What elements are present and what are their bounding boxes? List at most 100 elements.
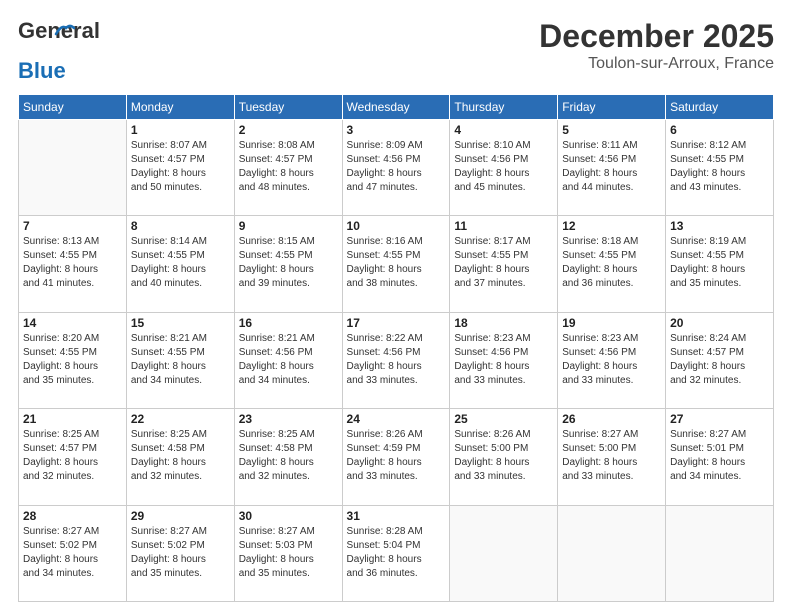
- day-number: 24: [347, 412, 446, 426]
- day-number: 7: [23, 219, 122, 233]
- table-row: 13 Sunrise: 8:19 AM Sunset: 4:55 PM Dayli…: [666, 216, 774, 312]
- day-info: Sunrise: 8:27 AM Sunset: 5:02 PM Dayligh…: [131, 525, 230, 581]
- table-row: 18 Sunrise: 8:23 AM Sunset: 4:56 PM Dayli…: [450, 312, 558, 408]
- table-row: 4 Sunrise: 8:10 AM Sunset: 4:56 PM Daylig…: [450, 120, 558, 216]
- table-row: 27 Sunrise: 8:27 AM Sunset: 5:01 PM Dayli…: [666, 409, 774, 505]
- table-row: 2 Sunrise: 8:08 AM Sunset: 4:57 PM Daylig…: [234, 120, 342, 216]
- day-number: 30: [239, 509, 338, 523]
- day-info: Sunrise: 8:11 AM Sunset: 4:56 PM Dayligh…: [562, 139, 661, 195]
- table-row: 21Sunrise: 8:25 AM Sunset: 4:57 PM Dayli…: [19, 409, 127, 505]
- calendar-table: Sunday Monday Tuesday Wednesday Thursday…: [18, 94, 774, 602]
- table-row: 17 Sunrise: 8:22 AM Sunset: 4:56 PM Dayli…: [342, 312, 450, 408]
- day-number: 2: [239, 123, 338, 137]
- table-row: 7 Sunrise: 8:13 AM Sunset: 4:55 PM Daylig…: [19, 216, 127, 312]
- table-row: 12 Sunrise: 8:18 AM Sunset: 4:55 PM Dayli…: [558, 216, 666, 312]
- day-number: 28: [23, 509, 122, 523]
- day-info: Sunrise: 8:27 AM Sunset: 5:01 PM Dayligh…: [670, 428, 769, 484]
- day-info: Sunrise: 8:20 AM Sunset: 4:55 PM Dayligh…: [23, 332, 122, 388]
- col-monday: Monday: [126, 95, 234, 120]
- table-row: 6Sunrise: 8:12 AM Sunset: 4:55 PM Daylig…: [666, 120, 774, 216]
- day-number: 17: [347, 316, 446, 330]
- table-row: 11 Sunrise: 8:17 AM Sunset: 4:55 PM Dayli…: [450, 216, 558, 312]
- day-number: 23: [239, 412, 338, 426]
- table-row: 16Sunrise: 8:21 AM Sunset: 4:56 PM Dayli…: [234, 312, 342, 408]
- location: Toulon-sur-Arroux, France: [539, 55, 774, 73]
- day-number: 12: [562, 219, 661, 233]
- table-row: [666, 505, 774, 601]
- day-info: Sunrise: 8:25 AM Sunset: 4:57 PM Dayligh…: [23, 428, 122, 484]
- day-info: Sunrise: 8:25 AM Sunset: 4:58 PM Dayligh…: [131, 428, 230, 484]
- month-title: December 2025: [539, 18, 774, 55]
- day-number: 29: [131, 509, 230, 523]
- table-row: 14 Sunrise: 8:20 AM Sunset: 4:55 PM Dayli…: [19, 312, 127, 408]
- table-row: 25 Sunrise: 8:26 AM Sunset: 5:00 PM Dayli…: [450, 409, 558, 505]
- table-row: 31Sunrise: 8:28 AM Sunset: 5:04 PM Dayli…: [342, 505, 450, 601]
- day-info: Sunrise: 8:25 AM Sunset: 4:58 PM Dayligh…: [239, 428, 338, 484]
- day-info: Sunrise: 8:18 AM Sunset: 4:55 PM Dayligh…: [562, 235, 661, 291]
- logo: General Blue: [18, 18, 66, 84]
- day-info: Sunrise: 8:21 AM Sunset: 4:55 PM Dayligh…: [131, 332, 230, 388]
- header: General Blue December 2025 Toulon-sur-Ar…: [18, 18, 774, 84]
- day-number: 13: [670, 219, 769, 233]
- day-info: Sunrise: 8:13 AM Sunset: 4:55 PM Dayligh…: [23, 235, 122, 291]
- table-row: 1 Sunrise: 8:07 AM Sunset: 4:57 PM Daylig…: [126, 120, 234, 216]
- day-info: Sunrise: 8:07 AM Sunset: 4:57 PM Dayligh…: [131, 139, 230, 195]
- table-row: 5 Sunrise: 8:11 AM Sunset: 4:56 PM Daylig…: [558, 120, 666, 216]
- day-number: 3: [347, 123, 446, 137]
- day-info: Sunrise: 8:27 AM Sunset: 5:02 PM Dayligh…: [23, 525, 122, 581]
- day-number: 19: [562, 316, 661, 330]
- day-info: Sunrise: 8:12 AM Sunset: 4:55 PM Dayligh…: [670, 139, 769, 195]
- day-info: Sunrise: 8:10 AM Sunset: 4:56 PM Dayligh…: [454, 139, 553, 195]
- day-info: Sunrise: 8:23 AM Sunset: 4:56 PM Dayligh…: [454, 332, 553, 388]
- day-number: 10: [347, 219, 446, 233]
- day-number: 1: [131, 123, 230, 137]
- day-info: Sunrise: 8:27 AM Sunset: 5:03 PM Dayligh…: [239, 525, 338, 581]
- day-info: Sunrise: 8:23 AM Sunset: 4:56 PM Dayligh…: [562, 332, 661, 388]
- day-number: 5: [562, 123, 661, 137]
- day-info: Sunrise: 8:19 AM Sunset: 4:55 PM Dayligh…: [670, 235, 769, 291]
- table-row: [450, 505, 558, 601]
- table-row: 8 Sunrise: 8:14 AM Sunset: 4:55 PM Daylig…: [126, 216, 234, 312]
- day-number: 14: [23, 316, 122, 330]
- day-info: Sunrise: 8:22 AM Sunset: 4:56 PM Dayligh…: [347, 332, 446, 388]
- day-info: Sunrise: 8:26 AM Sunset: 4:59 PM Dayligh…: [347, 428, 446, 484]
- col-saturday: Saturday: [666, 95, 774, 120]
- table-row: 26 Sunrise: 8:27 AM Sunset: 5:00 PM Dayli…: [558, 409, 666, 505]
- table-row: 3 Sunrise: 8:09 AM Sunset: 4:56 PM Daylig…: [342, 120, 450, 216]
- calendar-week-row: 14 Sunrise: 8:20 AM Sunset: 4:55 PM Dayli…: [19, 312, 774, 408]
- col-tuesday: Tuesday: [234, 95, 342, 120]
- day-number: 22: [131, 412, 230, 426]
- col-sunday: Sunday: [19, 95, 127, 120]
- table-row: [19, 120, 127, 216]
- day-info: Sunrise: 8:17 AM Sunset: 4:55 PM Dayligh…: [454, 235, 553, 291]
- day-number: 4: [454, 123, 553, 137]
- day-number: 8: [131, 219, 230, 233]
- day-number: 18: [454, 316, 553, 330]
- calendar-header-row: Sunday Monday Tuesday Wednesday Thursday…: [19, 95, 774, 120]
- day-info: Sunrise: 8:14 AM Sunset: 4:55 PM Dayligh…: [131, 235, 230, 291]
- table-row: 10Sunrise: 8:16 AM Sunset: 4:55 PM Dayli…: [342, 216, 450, 312]
- day-info: Sunrise: 8:09 AM Sunset: 4:56 PM Dayligh…: [347, 139, 446, 195]
- day-number: 9: [239, 219, 338, 233]
- day-number: 20: [670, 316, 769, 330]
- calendar-week-row: 21Sunrise: 8:25 AM Sunset: 4:57 PM Dayli…: [19, 409, 774, 505]
- col-thursday: Thursday: [450, 95, 558, 120]
- day-info: Sunrise: 8:28 AM Sunset: 5:04 PM Dayligh…: [347, 525, 446, 581]
- table-row: 19 Sunrise: 8:23 AM Sunset: 4:56 PM Dayli…: [558, 312, 666, 408]
- day-number: 11: [454, 219, 553, 233]
- table-row: [558, 505, 666, 601]
- calendar-week-row: 1 Sunrise: 8:07 AM Sunset: 4:57 PM Daylig…: [19, 120, 774, 216]
- logo-bird-icon: [54, 20, 76, 38]
- table-row: 24 Sunrise: 8:26 AM Sunset: 4:59 PM Dayli…: [342, 409, 450, 505]
- calendar-week-row: 7 Sunrise: 8:13 AM Sunset: 4:55 PM Daylig…: [19, 216, 774, 312]
- day-info: Sunrise: 8:27 AM Sunset: 5:00 PM Dayligh…: [562, 428, 661, 484]
- day-info: Sunrise: 8:15 AM Sunset: 4:55 PM Dayligh…: [239, 235, 338, 291]
- table-row: 23 Sunrise: 8:25 AM Sunset: 4:58 PM Dayli…: [234, 409, 342, 505]
- day-number: 25: [454, 412, 553, 426]
- col-wednesday: Wednesday: [342, 95, 450, 120]
- day-info: Sunrise: 8:24 AM Sunset: 4:57 PM Dayligh…: [670, 332, 769, 388]
- day-info: Sunrise: 8:26 AM Sunset: 5:00 PM Dayligh…: [454, 428, 553, 484]
- day-number: 27: [670, 412, 769, 426]
- day-number: 26: [562, 412, 661, 426]
- day-info: Sunrise: 8:08 AM Sunset: 4:57 PM Dayligh…: [239, 139, 338, 195]
